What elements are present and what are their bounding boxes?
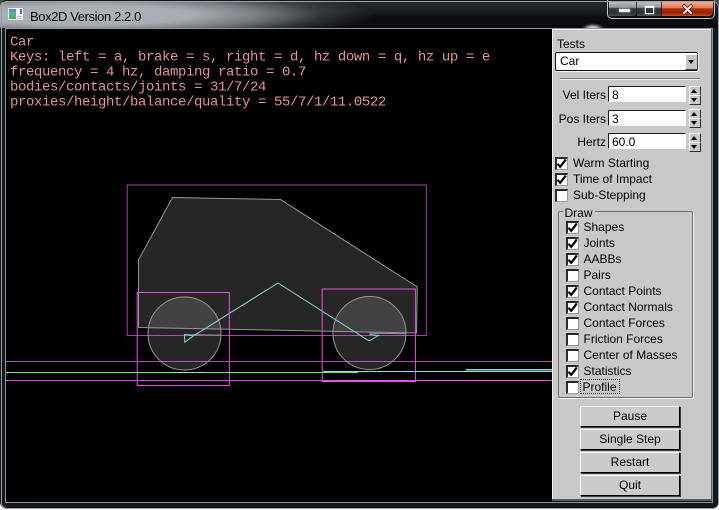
svg-text:Keys: left = a, brake = s, rig: Keys: left = a, brake = s, right = d, hz… [10, 50, 490, 66]
svg-text:proxies/height/balance/quality: proxies/height/balance/quality = 55/7/1/… [10, 95, 386, 111]
svg-text:Car: Car [10, 35, 34, 51]
svg-text:frequency = 4 hz, damping rati: frequency = 4 hz, damping ratio = 0.7 [10, 65, 306, 81]
svg-text:bodies/contacts/joints = 31/7/: bodies/contacts/joints = 31/7/24 [10, 80, 266, 96]
